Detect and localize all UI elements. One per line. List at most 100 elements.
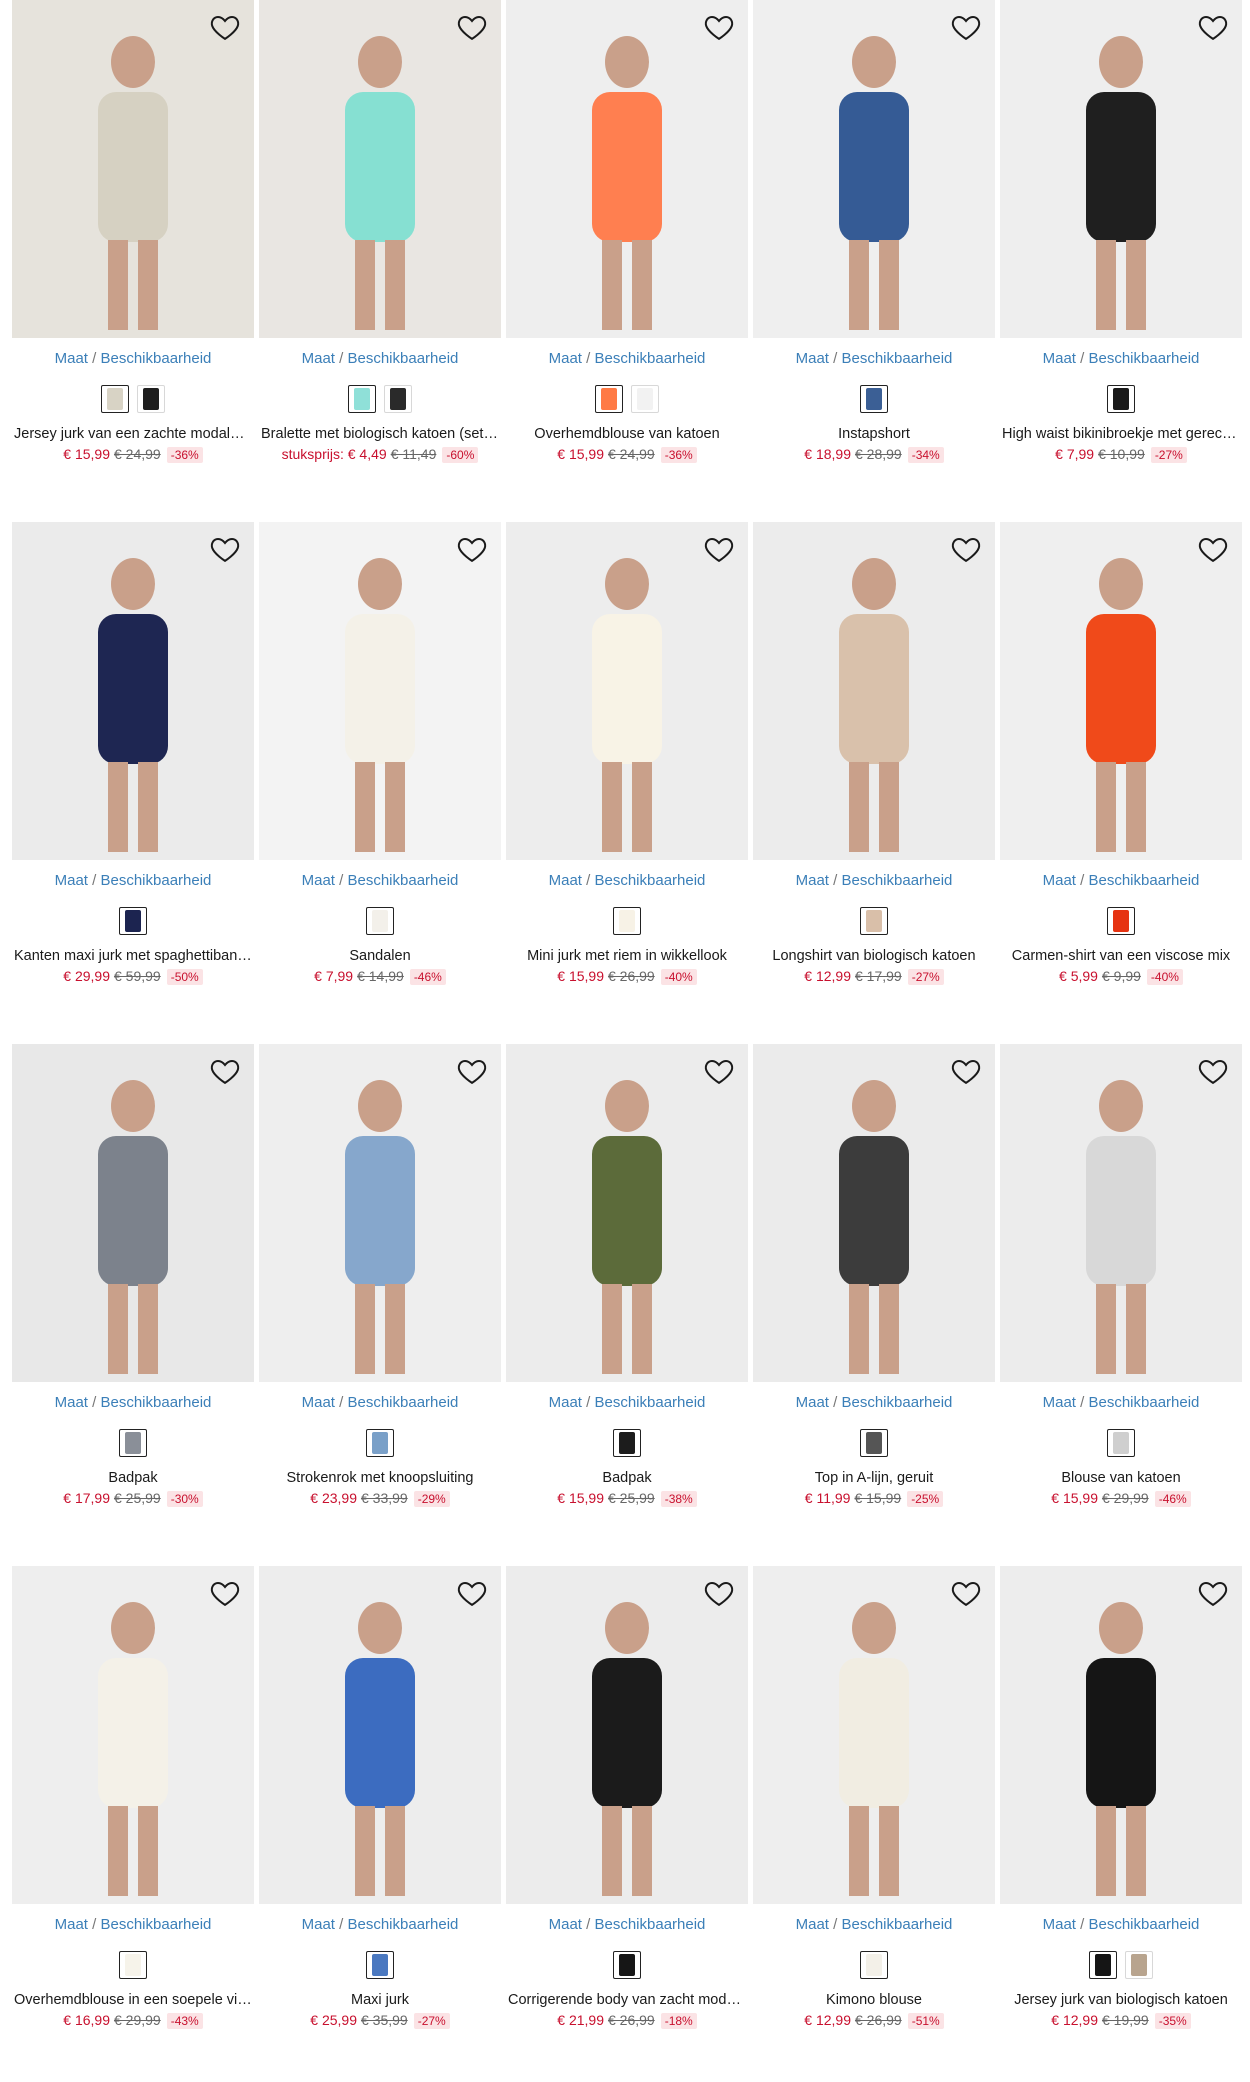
product-image[interactable]: [259, 0, 501, 338]
size-availability-link[interactable]: Maat / Beschikbaarheid: [259, 1916, 501, 1934]
product-name[interactable]: Longshirt van biologisch katoen: [753, 948, 995, 964]
size-availability-link[interactable]: Maat / Beschikbaarheid: [753, 350, 995, 368]
product-card[interactable]: Maat / Beschikbaarheid Overhemdblouse in…: [12, 1566, 254, 2029]
favorite-heart-icon[interactable]: [208, 1054, 242, 1088]
product-name[interactable]: Carmen-shirt van een viscose mix: [1000, 948, 1242, 964]
product-name[interactable]: Overhemdblouse in een soepele viscose kw…: [12, 1992, 254, 2008]
color-swatch[interactable]: [348, 385, 376, 413]
product-card[interactable]: Maat / Beschikbaarheid Corrigerende body…: [506, 1566, 748, 2029]
product-card[interactable]: Maat / Beschikbaarheid Bralette met biol…: [259, 0, 501, 463]
color-swatch[interactable]: [119, 1951, 147, 1979]
product-card[interactable]: Maat / Beschikbaarheid Jersey jurk van e…: [12, 0, 254, 463]
product-name[interactable]: Badpak: [12, 1470, 254, 1486]
product-image[interactable]: [1000, 522, 1242, 860]
product-card[interactable]: Maat / Beschikbaarheid Longshirt van bio…: [753, 522, 995, 985]
size-availability-link[interactable]: Maat / Beschikbaarheid: [1000, 872, 1242, 890]
color-swatch[interactable]: [1107, 907, 1135, 935]
product-name[interactable]: Maxi jurk: [259, 1992, 501, 2008]
size-availability-link[interactable]: Maat / Beschikbaarheid: [1000, 350, 1242, 368]
favorite-heart-icon[interactable]: [702, 1576, 736, 1610]
product-image[interactable]: [1000, 0, 1242, 338]
product-card[interactable]: Maat / Beschikbaarheid Badpak € 15,99 € 2…: [506, 1044, 748, 1507]
product-card[interactable]: Maat / Beschikbaarheid High waist bikini…: [1000, 0, 1242, 463]
product-image[interactable]: [1000, 1044, 1242, 1382]
favorite-heart-icon[interactable]: [949, 532, 983, 566]
product-name[interactable]: Blouse van katoen: [1000, 1470, 1242, 1486]
size-availability-link[interactable]: Maat / Beschikbaarheid: [506, 872, 748, 890]
size-availability-link[interactable]: Maat / Beschikbaarheid: [259, 872, 501, 890]
product-image[interactable]: [506, 1566, 748, 1904]
product-image[interactable]: [12, 522, 254, 860]
favorite-heart-icon[interactable]: [1196, 1054, 1230, 1088]
product-image[interactable]: [753, 0, 995, 338]
product-name[interactable]: Jersey jurk van biologisch katoen: [1000, 1992, 1242, 2008]
product-name[interactable]: Strokenrok met knoopsluiting: [259, 1470, 501, 1486]
product-name[interactable]: Mini jurk met riem in wikkellook: [506, 948, 748, 964]
size-availability-link[interactable]: Maat / Beschikbaarheid: [12, 350, 254, 368]
favorite-heart-icon[interactable]: [1196, 1576, 1230, 1610]
size-availability-link[interactable]: Maat / Beschikbaarheid: [259, 350, 501, 368]
product-image[interactable]: [506, 522, 748, 860]
product-card[interactable]: Maat / Beschikbaarheid Maxi jurk € 25,99…: [259, 1566, 501, 2029]
color-swatch[interactable]: [613, 1951, 641, 1979]
favorite-heart-icon[interactable]: [702, 532, 736, 566]
favorite-heart-icon[interactable]: [1196, 10, 1230, 44]
color-swatch[interactable]: [366, 1951, 394, 1979]
product-card[interactable]: Maat / Beschikbaarheid Kanten maxi jurk …: [12, 522, 254, 985]
product-card[interactable]: Maat / Beschikbaarheid Overhemdblouse va…: [506, 0, 748, 463]
color-swatch[interactable]: [613, 1429, 641, 1457]
favorite-heart-icon[interactable]: [949, 1054, 983, 1088]
product-card[interactable]: Maat / Beschikbaarheid Mini jurk met rie…: [506, 522, 748, 985]
size-availability-link[interactable]: Maat / Beschikbaarheid: [506, 1394, 748, 1412]
product-card[interactable]: Maat / Beschikbaarheid Instapshort € 18,…: [753, 0, 995, 463]
product-image[interactable]: [259, 1044, 501, 1382]
size-availability-link[interactable]: Maat / Beschikbaarheid: [753, 872, 995, 890]
product-image[interactable]: [753, 1566, 995, 1904]
color-swatch[interactable]: [1107, 385, 1135, 413]
product-card[interactable]: Maat / Beschikbaarheid Strokenrok met kn…: [259, 1044, 501, 1507]
size-availability-link[interactable]: Maat / Beschikbaarheid: [12, 1394, 254, 1412]
product-card[interactable]: Maat / Beschikbaarheid Kimono blouse € 1…: [753, 1566, 995, 2029]
favorite-heart-icon[interactable]: [949, 1576, 983, 1610]
product-card[interactable]: Maat / Beschikbaarheid Jersey jurk van b…: [1000, 1566, 1242, 2029]
size-availability-link[interactable]: Maat / Beschikbaarheid: [506, 1916, 748, 1934]
color-swatch[interactable]: [137, 385, 165, 413]
product-card[interactable]: Maat / Beschikbaarheid Top in A-lijn, ge…: [753, 1044, 995, 1507]
color-swatch[interactable]: [860, 1429, 888, 1457]
color-swatch[interactable]: [595, 385, 623, 413]
size-availability-link[interactable]: Maat / Beschikbaarheid: [1000, 1394, 1242, 1412]
favorite-heart-icon[interactable]: [949, 10, 983, 44]
product-name[interactable]: Sandalen: [259, 948, 501, 964]
product-image[interactable]: [259, 1566, 501, 1904]
product-image[interactable]: [753, 522, 995, 860]
size-availability-link[interactable]: Maat / Beschikbaarheid: [12, 872, 254, 890]
favorite-heart-icon[interactable]: [208, 10, 242, 44]
product-card[interactable]: Maat / Beschikbaarheid Badpak € 17,99 € 2…: [12, 1044, 254, 1507]
color-swatch[interactable]: [1125, 1951, 1153, 1979]
product-image[interactable]: [753, 1044, 995, 1382]
favorite-heart-icon[interactable]: [455, 1054, 489, 1088]
favorite-heart-icon[interactable]: [702, 1054, 736, 1088]
product-name[interactable]: Instapshort: [753, 426, 995, 442]
product-image[interactable]: [1000, 1566, 1242, 1904]
product-name[interactable]: Badpak: [506, 1470, 748, 1486]
product-name[interactable]: Corrigerende body van zacht modal met ka…: [506, 1992, 748, 2008]
size-availability-link[interactable]: Maat / Beschikbaarheid: [506, 350, 748, 368]
color-swatch[interactable]: [119, 907, 147, 935]
favorite-heart-icon[interactable]: [208, 532, 242, 566]
color-swatch[interactable]: [366, 1429, 394, 1457]
product-image[interactable]: [12, 0, 254, 338]
color-swatch[interactable]: [860, 907, 888, 935]
product-name[interactable]: High waist bikinibroekje met gerecycled …: [1000, 426, 1242, 442]
color-swatch[interactable]: [1089, 1951, 1117, 1979]
favorite-heart-icon[interactable]: [208, 1576, 242, 1610]
color-swatch[interactable]: [1107, 1429, 1135, 1457]
product-card[interactable]: Maat / Beschikbaarheid Blouse van katoen…: [1000, 1044, 1242, 1507]
favorite-heart-icon[interactable]: [1196, 532, 1230, 566]
color-swatch[interactable]: [631, 385, 659, 413]
product-name[interactable]: Bralette met biologisch katoen (set van …: [259, 426, 501, 442]
color-swatch[interactable]: [366, 907, 394, 935]
favorite-heart-icon[interactable]: [455, 1576, 489, 1610]
favorite-heart-icon[interactable]: [455, 532, 489, 566]
product-name[interactable]: Kimono blouse: [753, 1992, 995, 2008]
